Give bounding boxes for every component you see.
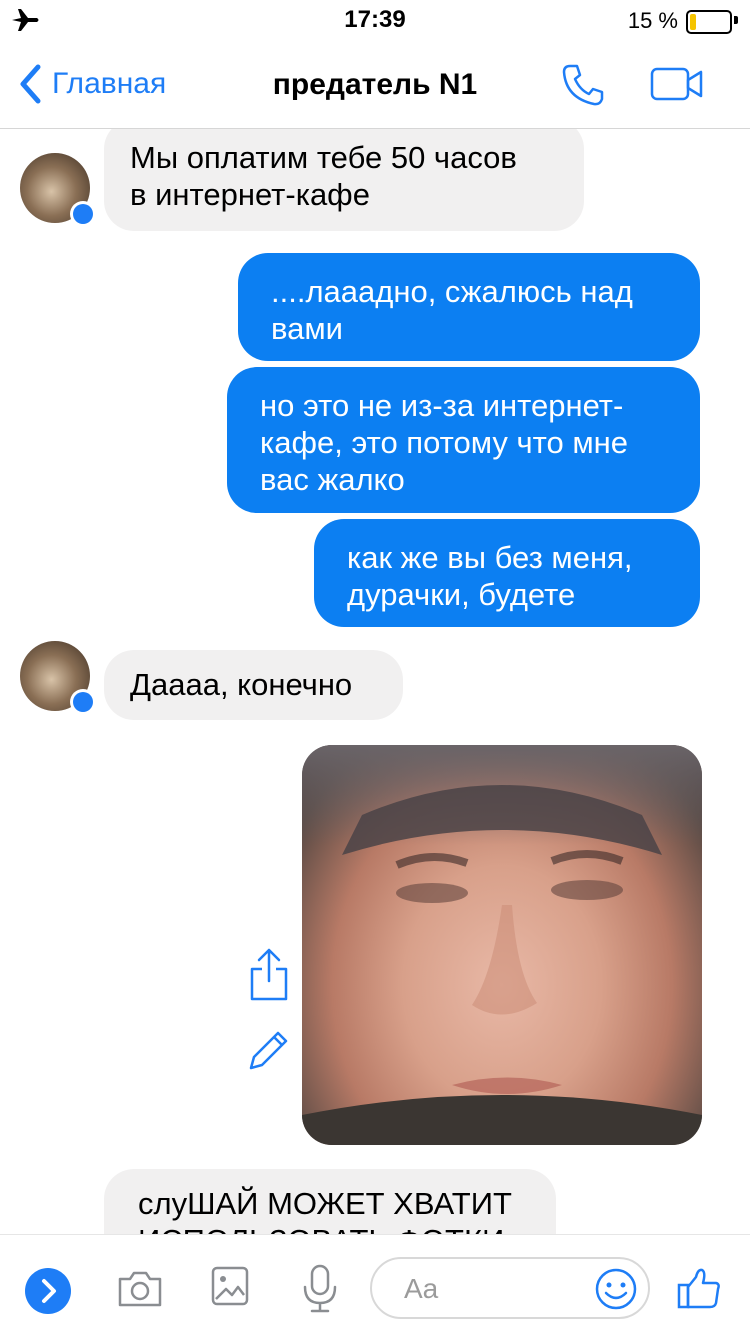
phone-icon[interactable] [560, 62, 606, 108]
back-button[interactable]: Главная [18, 62, 166, 106]
outgoing-message[interactable]: ....лаааднo, сжалюсь над вами [238, 253, 700, 361]
chevron-left-icon [20, 64, 41, 104]
status-bar: 17:39 15 % [0, 0, 750, 40]
face-illustration [302, 785, 702, 1145]
back-label: Главная [52, 67, 167, 100]
camera-icon[interactable] [116, 1269, 164, 1309]
battery-icon [686, 10, 732, 34]
battery-tip [734, 16, 738, 24]
video-camera-icon[interactable] [650, 66, 704, 102]
outgoing-message[interactable]: но это не из-за интернет- кафе, это пото… [227, 367, 700, 513]
conversation-header: Главная предатель N1 [0, 40, 750, 129]
outgoing-message[interactable]: как же вы без меня, дурачки, будете [314, 519, 700, 627]
gallery-icon[interactable] [210, 1265, 250, 1307]
incoming-message[interactable]: слуШАЙ МОЖЕТ ХВАТИТ ИСПОЛЬЗОВАТЬ ФОТКИ [104, 1169, 556, 1234]
message-input[interactable]: Aa [370, 1257, 650, 1319]
battery-percentage: 15 % [627, 8, 678, 33]
incoming-message[interactable]: Даааа, конечно [104, 650, 403, 720]
edit-pencil-icon[interactable] [246, 1027, 292, 1073]
microphone-icon[interactable] [300, 1263, 340, 1315]
messenger-badge-icon [70, 201, 96, 227]
incoming-message[interactable]: Мы оплатим тебе 50 часов в интернет-кафе [104, 129, 584, 231]
message-input-placeholder: Aa [404, 1273, 439, 1304]
smiley-icon[interactable] [594, 1267, 638, 1311]
share-icon[interactable] [248, 947, 290, 1003]
shared-photo[interactable] [302, 745, 702, 1145]
thumbs-up-icon[interactable] [676, 1265, 722, 1311]
message-composer: Aa [0, 1234, 750, 1335]
message-thread[interactable]: Мы оплатим тебе 50 часов в интернет-кафе… [0, 129, 750, 1234]
battery-level [690, 14, 696, 30]
messenger-badge-icon [70, 689, 96, 715]
chevron-right-icon[interactable] [24, 1267, 72, 1315]
